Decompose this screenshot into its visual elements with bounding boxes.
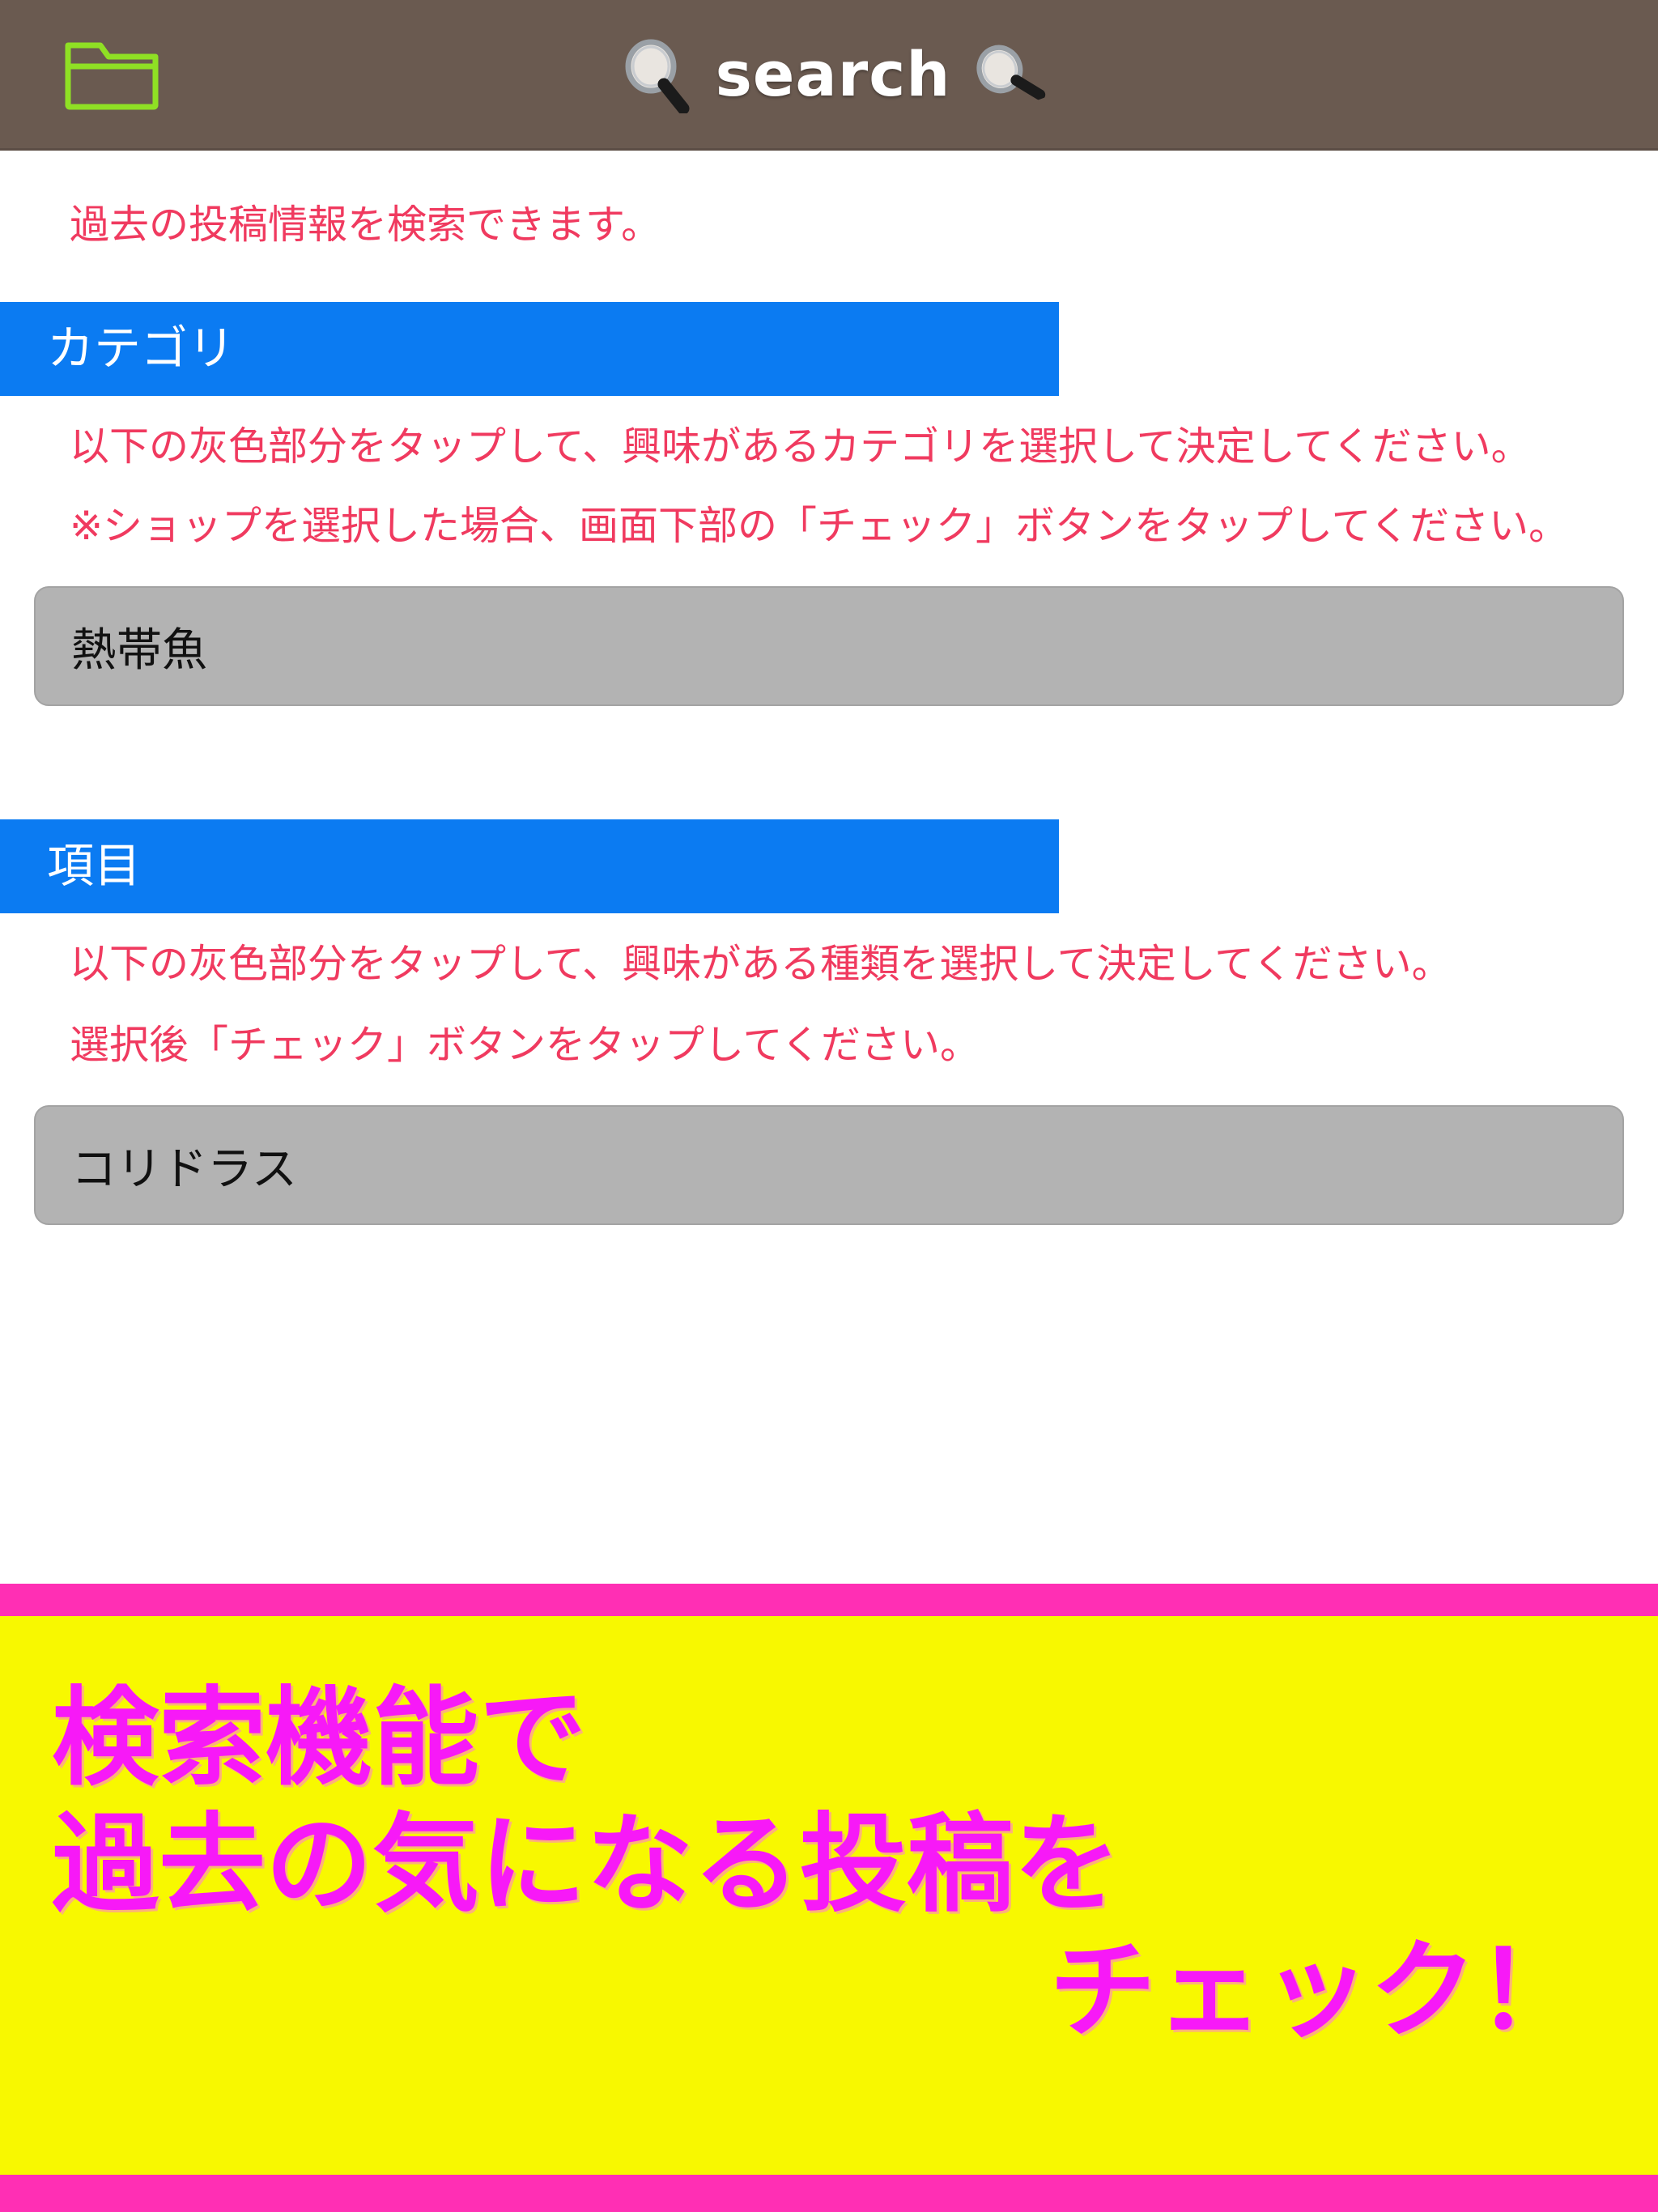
app-header: search [0, 0, 1658, 151]
header-center-group: search [0, 0, 1658, 148]
item-select[interactable]: コリドラス [34, 1105, 1624, 1226]
item-select-value: コリドラス [71, 1142, 297, 1196]
category-select-value: 熱帯魚 [71, 623, 207, 677]
page-title: search [715, 37, 951, 110]
promo-line-2: 過去の気になる投稿を [52, 1802, 1120, 1927]
section-banner-item: 項目 [0, 819, 1059, 914]
intro-text: 過去の投稿情報を検索できます。 [70, 202, 661, 248]
section-banner-category: カテゴリ [0, 302, 1059, 397]
magnifying-glass-icon [962, 29, 1051, 118]
promo-line-1: 検索機能で [52, 1676, 586, 1801]
category-instruction-1: 以下の灰色部分をタップして、興味があるカテゴリを選択して決定してください。 [70, 423, 1531, 470]
category-select[interactable]: 熱帯魚 [34, 586, 1624, 707]
category-instruction-2: ※ショップを選択した場合、画面下部の「チェック」ボタンをタップしてください。 [70, 502, 1569, 549]
magnifying-glass-icon [617, 36, 695, 113]
item-instruction-2: 選択後「チェック」ボタンをタップしてください。 [70, 1021, 980, 1068]
folder-icon[interactable] [63, 37, 160, 112]
promo-banner: 検索機能で 過去の気になる投稿を チェック！ [0, 1584, 1658, 2212]
promo-line-3: チェック！ [1049, 1928, 1584, 2053]
item-instruction-1: 以下の灰色部分をタップして、興味がある種類を選択して決定してください。 [70, 941, 1452, 988]
main-content: 過去の投稿情報を検索できます。 カテゴリ 以下の灰色部分をタップして、興味がある… [0, 151, 1658, 1226]
